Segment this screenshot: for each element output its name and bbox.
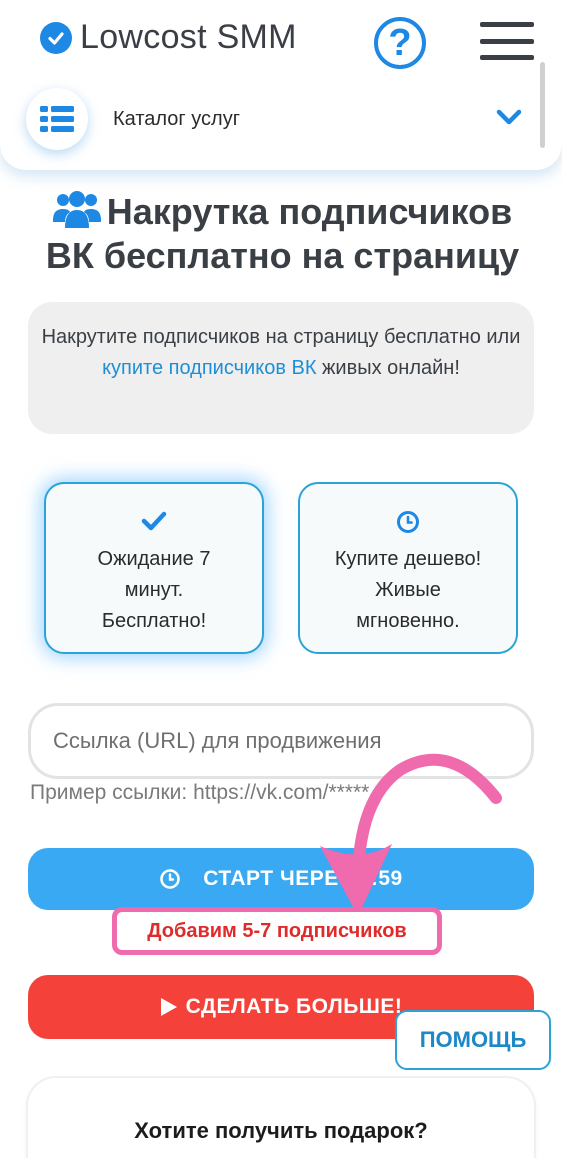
catalog-label: Каталог услуг: [113, 107, 241, 130]
option-free-line1: Ожидание 7: [97, 548, 211, 570]
buy-subscribers-link[interactable]: купите подписчиков ВК: [102, 357, 316, 379]
info-box: Накрутите подписчиков на страницу беспла…: [28, 302, 534, 434]
option-buy-line2: Живые: [375, 579, 441, 601]
more-button-label: СДЕЛАТЬ БОЛЬШЕ!: [185, 995, 403, 1018]
option-free[interactable]: Ожидание 7 минут. Бесплатно!: [44, 482, 264, 654]
option-buy[interactable]: Купите дешево! Живые мгновенно.: [298, 482, 518, 654]
option-free-line3: Бесплатно!: [101, 610, 207, 632]
promo-badge: Добавим 5-7 подписчиков: [112, 907, 442, 955]
help-question-icon[interactable]: ?: [374, 17, 426, 69]
help-button[interactable]: ПОМОЩЬ: [395, 1010, 551, 1070]
menu-icon[interactable]: [480, 22, 534, 60]
clock-icon: [160, 869, 181, 889]
site-header: Lowcost SMM ? Каталог услуг: [0, 0, 562, 170]
check-icon: [46, 510, 262, 536]
check-circle-icon: [40, 21, 72, 54]
option-buy-line3: мгновенно.: [356, 610, 460, 632]
scrollbar[interactable]: [540, 62, 545, 148]
option-buy-line1: Купите дешево!: [334, 548, 482, 570]
page-title-block: Накрутка подписчиков ВК бесплатно на стр…: [30, 190, 535, 276]
clock-icon: [300, 510, 516, 536]
logo[interactable]: Lowcost SMM: [40, 18, 297, 57]
info-text-before: Накрутите подписчиков на страницу беспла…: [41, 326, 521, 348]
info-text-after: живых онлайн!: [316, 357, 460, 379]
page-title: Накрутка подписчиков ВК бесплатно на стр…: [45, 190, 520, 276]
logo-text: Lowcost SMM: [80, 18, 297, 56]
users-icon: [52, 190, 101, 236]
gift-card: Хотите получить подарок?: [28, 1078, 534, 1158]
play-icon: [160, 998, 177, 1016]
option-free-line2: минут.: [124, 579, 184, 601]
chevron-down-icon: [496, 108, 522, 131]
catalog-dropdown[interactable]: Каталог услуг: [26, 88, 536, 150]
list-icon: [26, 88, 88, 150]
gift-title: Хотите получить подарок?: [134, 1118, 428, 1143]
